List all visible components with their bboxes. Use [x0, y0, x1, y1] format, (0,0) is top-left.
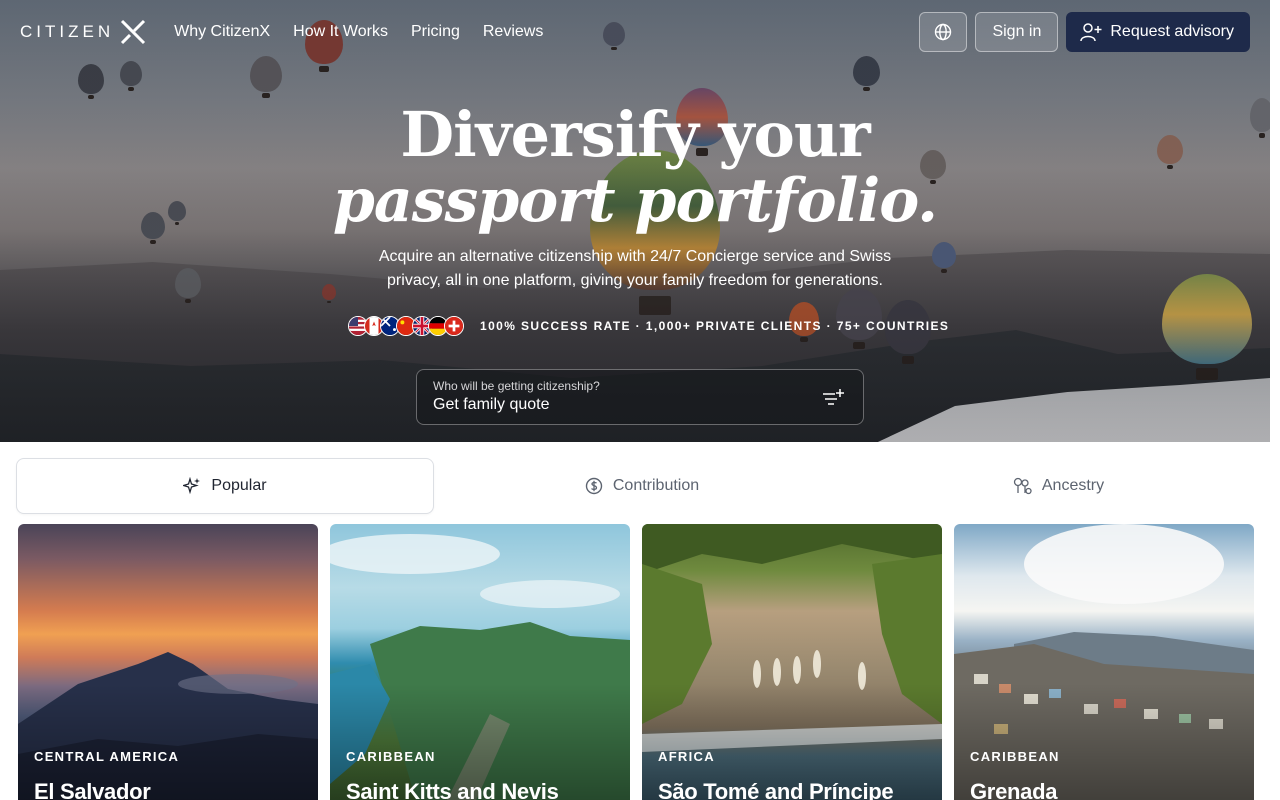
switzerland-flag-icon: [444, 316, 464, 336]
hero-section: CITIZEN Why CitizenX How It Works Pricin…: [0, 0, 1270, 442]
logo-x-mark-icon: [121, 19, 146, 45]
program-type-tabs: Popular Contribution Ancestry: [16, 458, 1266, 514]
card-region: CARIBBEAN: [970, 749, 1060, 764]
tab-contribution[interactable]: Contribution: [434, 458, 850, 514]
card-country-name: El Salvador: [34, 779, 151, 800]
tab-ancestry[interactable]: Ancestry: [850, 458, 1266, 514]
citizenx-logo[interactable]: CITIZEN: [20, 19, 146, 45]
request-advisory-button[interactable]: Request advisory: [1066, 12, 1250, 52]
request-advisory-label: Request advisory: [1110, 23, 1234, 40]
tab-popular-label: Popular: [211, 477, 267, 494]
hero-subline: Acquire an alternative citizenship with …: [378, 248, 892, 289]
tab-contribution-label: Contribution: [612, 477, 700, 494]
nav-link-reviews[interactable]: Reviews: [483, 23, 543, 41]
country-card-saint-kitts-and-nevis[interactable]: CARIBBEAN Saint Kitts and Nevis: [330, 524, 630, 800]
family-quote-field[interactable]: Who will be getting citizenship? Get fam…: [416, 369, 864, 425]
hero-headline-line1: Diversify your: [400, 98, 870, 171]
top-navigation: CITIZEN Why CitizenX How It Works Pricin…: [0, 0, 1270, 64]
country-cards: CENTRAL AMERICA El Salvador CARIBBEAN Sa…: [18, 524, 1258, 800]
user-plus-icon: [1080, 23, 1102, 42]
card-country-name: Saint Kitts and Nevis: [346, 779, 559, 800]
dollar-circle-icon: [585, 477, 603, 495]
nav-actions: Sign in Request advisory: [919, 12, 1250, 52]
nav-links: Why CitizenX How It Works Pricing Review…: [174, 23, 543, 41]
nav-link-how-it-works[interactable]: How It Works: [293, 23, 388, 41]
sign-in-button[interactable]: Sign in: [975, 12, 1059, 52]
trust-stats-row: 100% SUCCESS RATE · 1,000+ PRIVATE CLIEN…: [348, 315, 949, 337]
card-country-name: São Tomé and Príncipe: [658, 779, 894, 800]
card-region: CARIBBEAN: [346, 749, 436, 764]
card-country-name: Grenada: [970, 779, 1058, 800]
hero-headline-line2: passport portfolio.: [332, 166, 938, 236]
logo-text: CITIZEN: [20, 22, 115, 41]
family-tree-icon: [1013, 477, 1032, 495]
filter-add-icon: [823, 389, 844, 405]
card-region: AFRICA: [658, 749, 715, 764]
globe-icon: [935, 23, 952, 41]
nav-link-pricing[interactable]: Pricing: [411, 23, 460, 41]
quote-field-value: Get family quote: [433, 396, 550, 413]
quote-field-label: Who will be getting citizenship?: [433, 379, 600, 393]
nav-link-why-citizenx[interactable]: Why CitizenX: [174, 23, 270, 41]
country-card-grenada[interactable]: CARIBBEAN Grenada: [954, 524, 1254, 800]
country-card-sao-tome-and-principe[interactable]: AFRICA São Tomé and Príncipe: [642, 524, 942, 800]
language-button[interactable]: [919, 12, 968, 52]
card-region: CENTRAL AMERICA: [34, 749, 180, 764]
country-card-el-salvador[interactable]: CENTRAL AMERICA El Salvador: [18, 524, 318, 800]
sparkles-icon: [183, 477, 201, 495]
flag-stack: [348, 316, 464, 336]
trust-stats-text: 100% SUCCESS RATE · 1,000+ PRIVATE CLIEN…: [480, 319, 950, 333]
tab-ancestry-label: Ancestry: [1041, 477, 1105, 494]
tab-popular[interactable]: Popular: [16, 458, 434, 514]
